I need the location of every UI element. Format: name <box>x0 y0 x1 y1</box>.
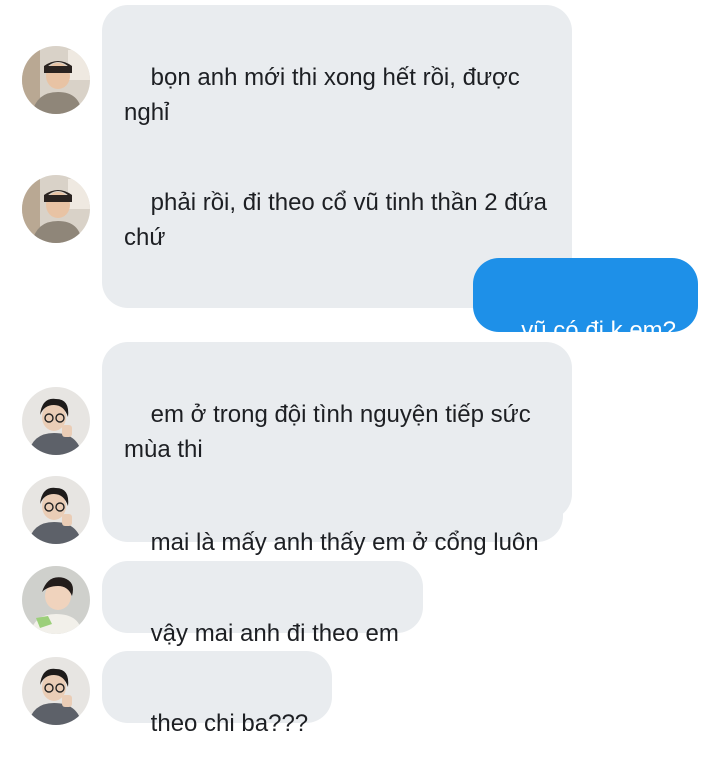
avatar-photo-icon[interactable] <box>22 566 90 634</box>
message-bubble-outgoing[interactable]: vũ có đi k em? <box>472 258 698 344</box>
message-bubble[interactable]: mai là mấy anh thấy em ở cổng luôn <box>102 470 563 556</box>
avatar-photo-icon[interactable] <box>22 175 90 243</box>
message-bubble[interactable]: vậy mai anh đi theo em <box>102 561 423 647</box>
avatar-photo-icon[interactable] <box>22 46 90 114</box>
message-text: mai là mấy anh thấy em ở cổng luôn <box>150 529 539 556</box>
avatar-photo-icon[interactable] <box>22 476 90 544</box>
message-bubble[interactable]: theo chi ba??? <box>102 651 333 737</box>
avatar-photo-icon[interactable] <box>22 657 90 725</box>
message-text: vậy mai anh đi theo em <box>150 620 399 647</box>
message-text: phải rồi, đi theo cổ vũ tinh thần 2 đứa … <box>124 189 554 251</box>
message-text: theo chi ba??? <box>150 710 309 737</box>
message-text: vũ có đi k em? <box>521 317 676 344</box>
message-text: bọn anh mới thi xong hết rồi, được nghỉ <box>124 64 527 126</box>
avatar-photo-icon[interactable] <box>22 387 90 455</box>
message-text: em ở trong đội tình nguyện tiếp sức mùa … <box>124 401 538 463</box>
